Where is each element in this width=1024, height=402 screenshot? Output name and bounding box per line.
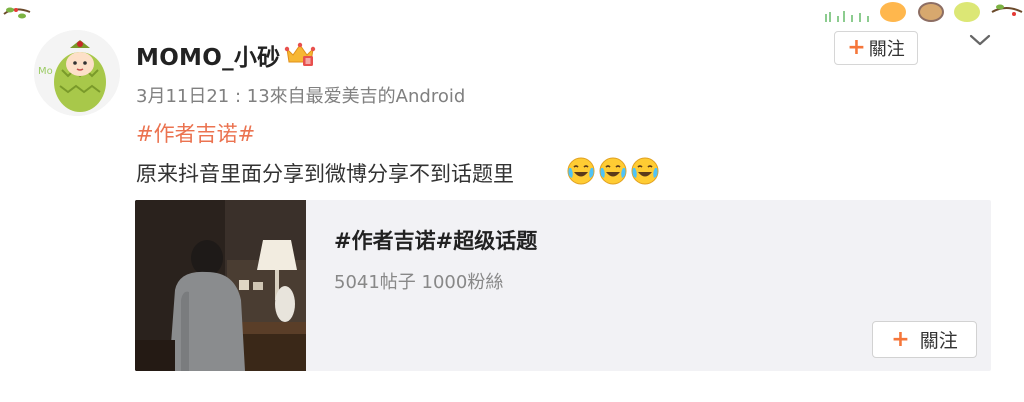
chevron-down-icon[interactable] [968, 32, 992, 48]
bird-icon [880, 2, 906, 22]
crying-laughing-emoji-icon [631, 157, 659, 185]
post-text: 原来抖音里面分享到微博分享不到话题里 [136, 162, 514, 186]
chick-icon [954, 2, 980, 22]
plus-icon: + [847, 35, 866, 60]
follow-button-label: 關注 [868, 39, 905, 60]
topic-follow-button-label: 關注 [919, 330, 958, 352]
decorative-branch-icon [3, 7, 31, 19]
crying-laughing-emoji-icon [567, 157, 595, 185]
super-topic-card[interactable]: #作者吉诺#超级话题 5041帖子 1000粉絲 + 關注 [135, 200, 991, 371]
plus-icon: + [891, 326, 910, 352]
post-timestamp-source: 3月11日21 : 13來自最爱美吉的Android [136, 86, 466, 107]
super-topic-stats: 5041帖子 1000粉絲 [334, 272, 504, 293]
topic-cover-image [135, 200, 306, 371]
avatar-durian-character-icon: Mo [34, 30, 120, 116]
decorative-branch-icon [991, 4, 1023, 16]
grass-icon [825, 11, 869, 22]
emoji-row [566, 156, 662, 188]
topic-hashtag-link[interactable]: #作者吉诺# [136, 118, 255, 148]
svg-text:Mo: Mo [38, 66, 53, 77]
username[interactable]: MOMO_小砂 [136, 38, 280, 72]
egg-icon [918, 2, 944, 22]
vip-crown-icon[interactable] [284, 40, 316, 68]
decorative-header-strip [824, 0, 1024, 28]
avatar[interactable]: Mo [34, 30, 120, 116]
topic-follow-button[interactable]: + 關注 [872, 321, 977, 358]
crying-laughing-emoji-icon [599, 157, 627, 185]
follow-button[interactable]: + 關注 [834, 31, 918, 65]
super-topic-title[interactable]: #作者吉诺#超级话题 [334, 225, 537, 255]
